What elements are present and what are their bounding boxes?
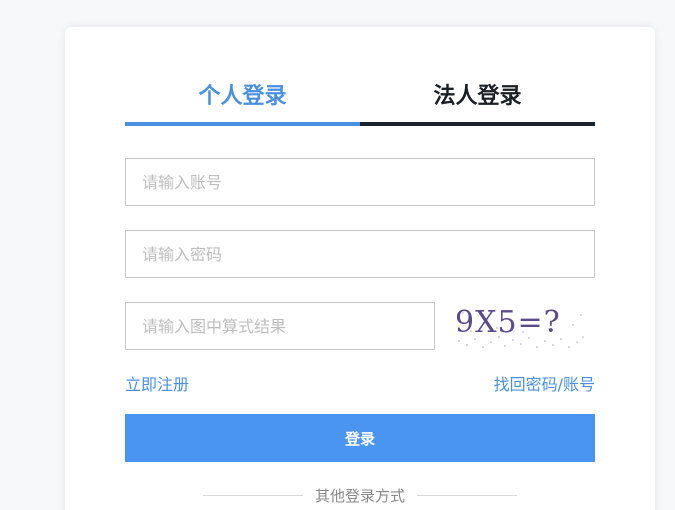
login-tabs: 个人登录 法人登录 bbox=[125, 81, 595, 126]
password-input[interactable] bbox=[126, 231, 594, 277]
captcha-field bbox=[125, 302, 435, 350]
login-button[interactable]: 登录 bbox=[125, 414, 595, 462]
tab-legal-person-login[interactable]: 法人登录 bbox=[360, 81, 595, 126]
account-input[interactable] bbox=[126, 159, 594, 205]
other-login-label: 其他登录方式 bbox=[314, 486, 405, 505]
tab-personal-login[interactable]: 个人登录 bbox=[125, 81, 360, 126]
divider-left bbox=[202, 494, 303, 496]
divider-right bbox=[417, 494, 517, 496]
other-login-methods: 其他登录方式 bbox=[202, 484, 518, 506]
captcha-text: 9X5=? bbox=[455, 305, 561, 340]
auxiliary-links: 立即注册 找回密码/账号 bbox=[125, 371, 595, 395]
password-field bbox=[125, 230, 595, 278]
login-page: 个人登录 法人登录 请输入账号 请输入图中算式结果 9X5=? 立即注册 找回密… bbox=[0, 0, 675, 510]
captcha-image[interactable]: 9X5=? bbox=[453, 301, 587, 351]
login-card: 个人登录 法人登录 请输入账号 请输入图中算式结果 9X5=? 立即注册 找回密… bbox=[65, 27, 655, 510]
register-link[interactable]: 立即注册 bbox=[125, 371, 189, 395]
recover-password-link[interactable]: 找回密码/账号 bbox=[494, 371, 595, 395]
captcha-input[interactable] bbox=[126, 303, 434, 349]
account-field bbox=[125, 158, 595, 206]
